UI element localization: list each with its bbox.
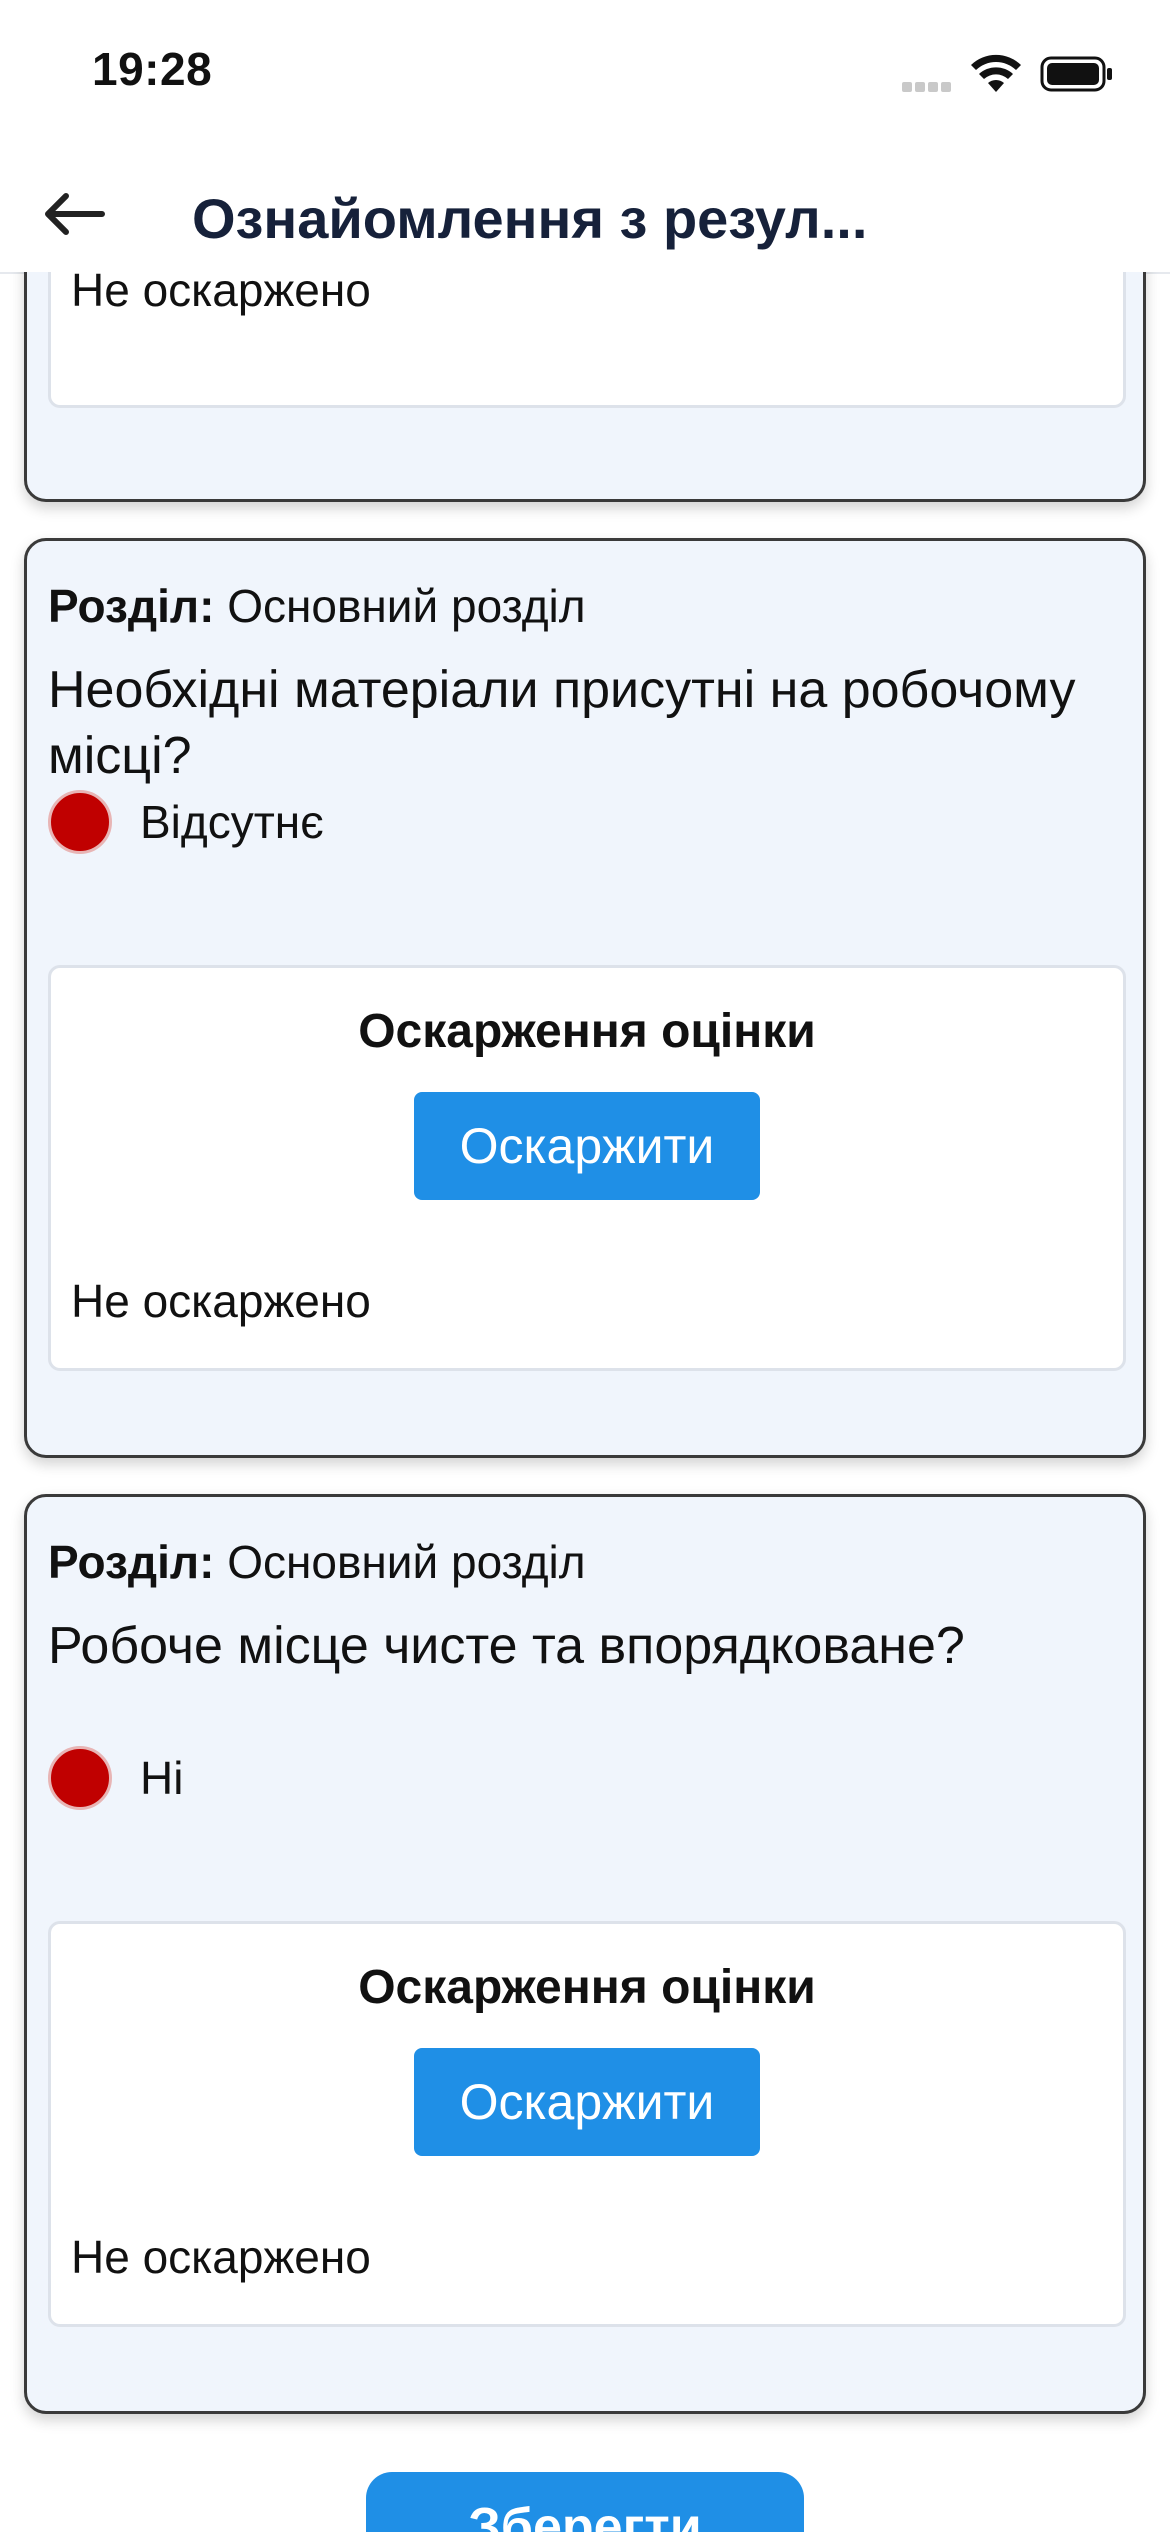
appeal-box: Не оскаржено <box>48 272 1126 408</box>
page-title: Ознайомлення з резул... <box>192 187 868 250</box>
result-card-partial: Не оскаржено <box>24 272 1146 502</box>
answer-text: Відсутнє <box>140 796 324 848</box>
status-time: 19:28 <box>92 43 213 95</box>
appeal-box: Оскарження оцінки Оскаржити Не оскаржено <box>48 1921 1126 2327</box>
status-bar: 19:28 <box>0 0 1170 150</box>
answer-text: Ні <box>140 1752 184 1804</box>
app-bar: Ознайомлення з резул... <box>0 150 1170 274</box>
results-list[interactable]: Не оскаржено Розділ: Основний розділ Нео… <box>0 272 1170 2532</box>
back-arrow-icon[interactable] <box>42 192 106 236</box>
battery-icon <box>1040 56 1112 92</box>
answer-status-dot <box>48 790 112 854</box>
result-card: Розділ: Основний розділ Необхідні матері… <box>24 538 1146 1458</box>
appeal-status: Не оскаржено <box>71 1275 371 1327</box>
section-name: Основний розділ <box>227 580 586 632</box>
appeal-status: Не оскаржено <box>71 2231 371 2283</box>
section-label: Розділ: <box>48 580 215 632</box>
section-label: Розділ: <box>48 1536 215 1588</box>
section-name: Основний розділ <box>227 1536 586 1588</box>
appeal-title: Оскарження оцінки <box>358 1961 816 2014</box>
answer-status-dot <box>48 1746 112 1810</box>
appeal-title: Оскарження оцінки <box>358 1005 816 1058</box>
answer-row: Ні <box>48 1743 183 1813</box>
answer-row: Відсутнє <box>48 787 324 857</box>
cellular-signal-icon <box>902 74 958 92</box>
section-line: Розділ: Основний розділ <box>48 1535 586 1589</box>
question-text: Робоче місце чисте та впорядковане? <box>48 1617 965 1675</box>
result-card: Розділ: Основний розділ Робоче місце чис… <box>24 1494 1146 2414</box>
wifi-icon <box>971 54 1021 92</box>
save-button[interactable]: Зберегти <box>366 2472 804 2532</box>
question-text: Необхідні матеріали присутні на робочому… <box>48 661 1076 785</box>
appeal-button[interactable]: Оскаржити <box>414 2048 760 2156</box>
section-line: Розділ: Основний розділ <box>48 579 586 633</box>
appeal-button[interactable]: Оскаржити <box>414 1092 760 1200</box>
appeal-box: Оскарження оцінки Оскаржити Не оскаржено <box>48 965 1126 1371</box>
appeal-status: Не оскаржено <box>71 272 371 316</box>
